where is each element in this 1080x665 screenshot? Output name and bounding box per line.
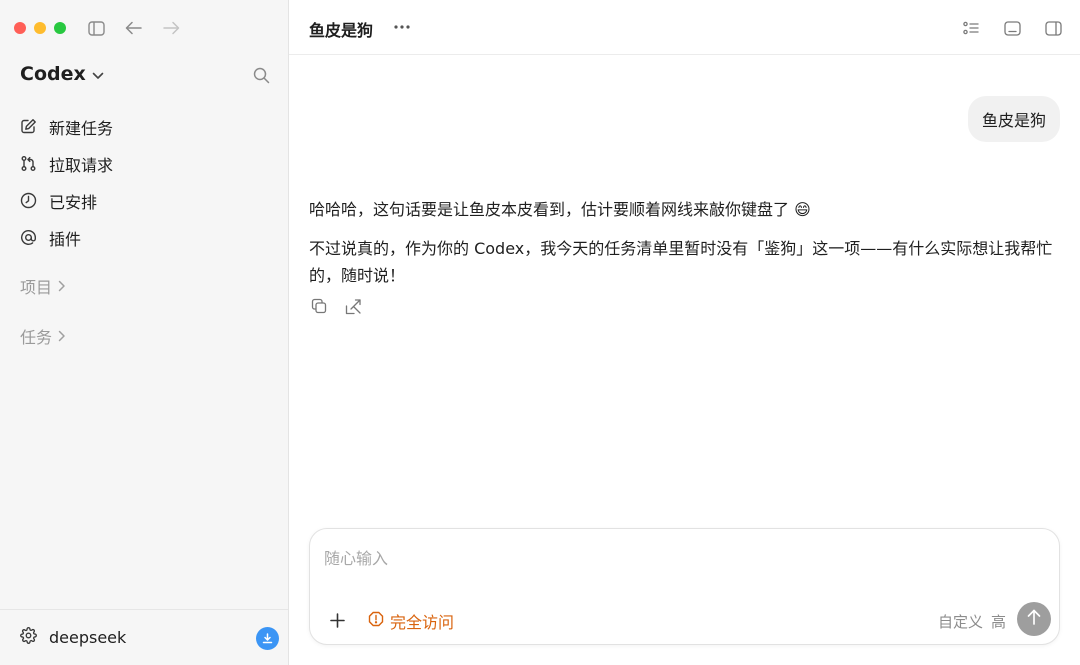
pull-request-icon [20,155,37,172]
sidebar: Codex 新建任务 拉取请求 已安排 插件 项目 任务 deepseek [0,0,289,665]
forward-arrow-icon[interactable] [160,17,182,39]
section-projects[interactable]: 项目 [20,274,66,298]
edit-icon [20,118,37,135]
assistant-paragraph: 哈哈哈，这句话要是让鱼皮本皮看到，估计要顺着网线来敲你键盘了 😄 [309,200,811,219]
sidebar-item-scheduled[interactable]: 已安排 [20,182,113,219]
main-panel: 鱼皮是狗 鱼皮是狗 哈哈哈，这句话要是让鱼皮本皮看到，估计要顺着网线来敲你键盘了… [289,0,1080,665]
access-label: 完全访问 [390,613,455,632]
assistant-message: 哈哈哈，这句话要是让鱼皮本皮看到，估计要顺着网线来敲你键盘了 😄 不过说真的，作… [309,196,1061,289]
user-name: deepseek [49,628,127,647]
message-input[interactable] [324,545,1024,571]
zoom-window-button[interactable] [54,22,66,34]
section-tasks-label: 任务 [20,328,53,347]
level-label: 高 [991,613,1007,631]
add-attachment-button[interactable] [326,609,348,631]
minimize-window-button[interactable] [34,22,46,34]
settings-button[interactable]: deepseek [20,627,126,648]
sidebar-item-label: 插件 [49,229,82,249]
custom-label: 自定义 [938,613,984,631]
checklist-icon[interactable] [960,17,982,39]
assistant-paragraph: 不过说真的，作为你的 Codex，我今天的任务清单里暂时没有「鉴狗」这一项——有… [309,239,1053,285]
close-window-button[interactable] [14,22,26,34]
sidebar-nav: 新建任务 拉取请求 已安排 插件 [20,108,113,256]
bottom-panel-icon[interactable] [1001,17,1023,39]
message-composer: 完全访问 自定义 高 [309,528,1060,645]
fork-branch-icon[interactable] [343,296,363,316]
chevron-down-icon [92,63,104,85]
sidebar-item-label: 拉取请求 [49,155,114,175]
sidebar-item-label: 新建任务 [49,118,114,138]
send-button[interactable] [1017,602,1051,636]
toggle-sidebar-icon[interactable] [85,17,107,39]
workspace-switcher[interactable]: Codex [20,63,104,85]
copy-icon[interactable] [309,296,329,316]
search-icon[interactable] [250,64,272,86]
sidebar-item-label: 已安排 [49,192,98,212]
warning-shield-icon [368,611,384,631]
download-update-button[interactable] [256,627,279,650]
chevron-right-icon [58,277,66,296]
sidebar-item-new-task[interactable]: 新建任务 [20,108,113,145]
back-arrow-icon[interactable] [122,17,144,39]
at-icon [20,229,37,246]
arrow-up-icon [1027,609,1041,629]
workspace-title: Codex [20,63,86,85]
app-window: Codex 新建任务 拉取请求 已安排 插件 项目 任务 deepseek 鱼皮… [0,0,1080,665]
user-message-bubble: 鱼皮是狗 [967,96,1060,142]
message-actions [309,296,363,316]
more-options-icon[interactable] [391,16,413,38]
conversation-header: 鱼皮是狗 [289,0,1080,55]
section-projects-label: 项目 [20,278,53,297]
full-access-selector[interactable]: 完全访问 [368,609,454,633]
chevron-right-icon [58,327,66,346]
gear-icon [20,627,37,648]
sidebar-item-plugins[interactable]: 插件 [20,219,113,256]
right-panel-icon[interactable] [1042,17,1064,39]
model-settings-selector[interactable]: 自定义 高 [938,611,1006,632]
download-icon [262,629,273,648]
section-tasks[interactable]: 任务 [20,324,66,348]
conversation-title: 鱼皮是狗 [309,21,374,40]
sidebar-item-pull-requests[interactable]: 拉取请求 [20,145,113,182]
window-controls [14,22,66,34]
sidebar-footer: deepseek [0,609,288,665]
clock-icon [20,192,37,209]
